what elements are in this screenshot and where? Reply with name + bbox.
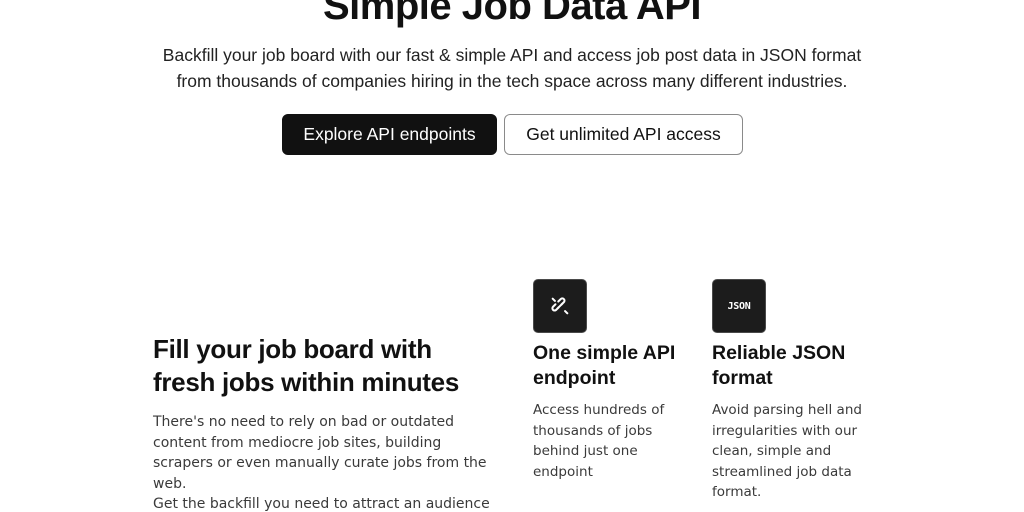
section-paragraph-1: There's no need to rely on bad or outdat… — [153, 414, 487, 492]
hero-subtitle-line-1: Backfill your job board with our fast & … — [162, 45, 862, 65]
json-icon: JSON — [712, 279, 766, 333]
section-heading: Fill your job board with fresh jobs with… — [153, 333, 513, 399]
feature-title: Reliable JSON format — [712, 342, 846, 389]
json-icon-label: JSON — [727, 300, 751, 312]
section-heading-line-1: Fill your job board with — [153, 334, 432, 364]
feature-title: One simple API endpoint — [533, 342, 676, 389]
hero-subtitle-line-2: from thousands of companies hiring in th… — [176, 71, 848, 91]
hero-title: Simple Job Data API — [323, 0, 702, 28]
section-heading-line-2: fresh jobs within minutes — [153, 367, 459, 397]
section-paragraph-2: Get the backfill you need to attract an … — [153, 496, 490, 512]
explore-api-endpoints-button[interactable]: Explore API endpoints — [282, 114, 497, 155]
hero-subtitle: Backfill your job board with our fast & … — [140, 42, 884, 94]
feature-card-json-format: JSON Reliable JSON format Avoid parsing … — [712, 279, 882, 503]
feature-card-api-endpoint: One simple API endpoint Access hundreds … — [533, 279, 703, 482]
link-icon — [533, 279, 587, 333]
get-unlimited-api-access-button[interactable]: Get unlimited API access — [504, 114, 743, 155]
feature-description: Avoid parsing hell and irregularities wi… — [712, 402, 862, 500]
feature-description: Access hundreds of thousands of jobs beh… — [533, 402, 665, 480]
page: Simple Job Data API Backfill your job bo… — [0, 0, 1024, 512]
